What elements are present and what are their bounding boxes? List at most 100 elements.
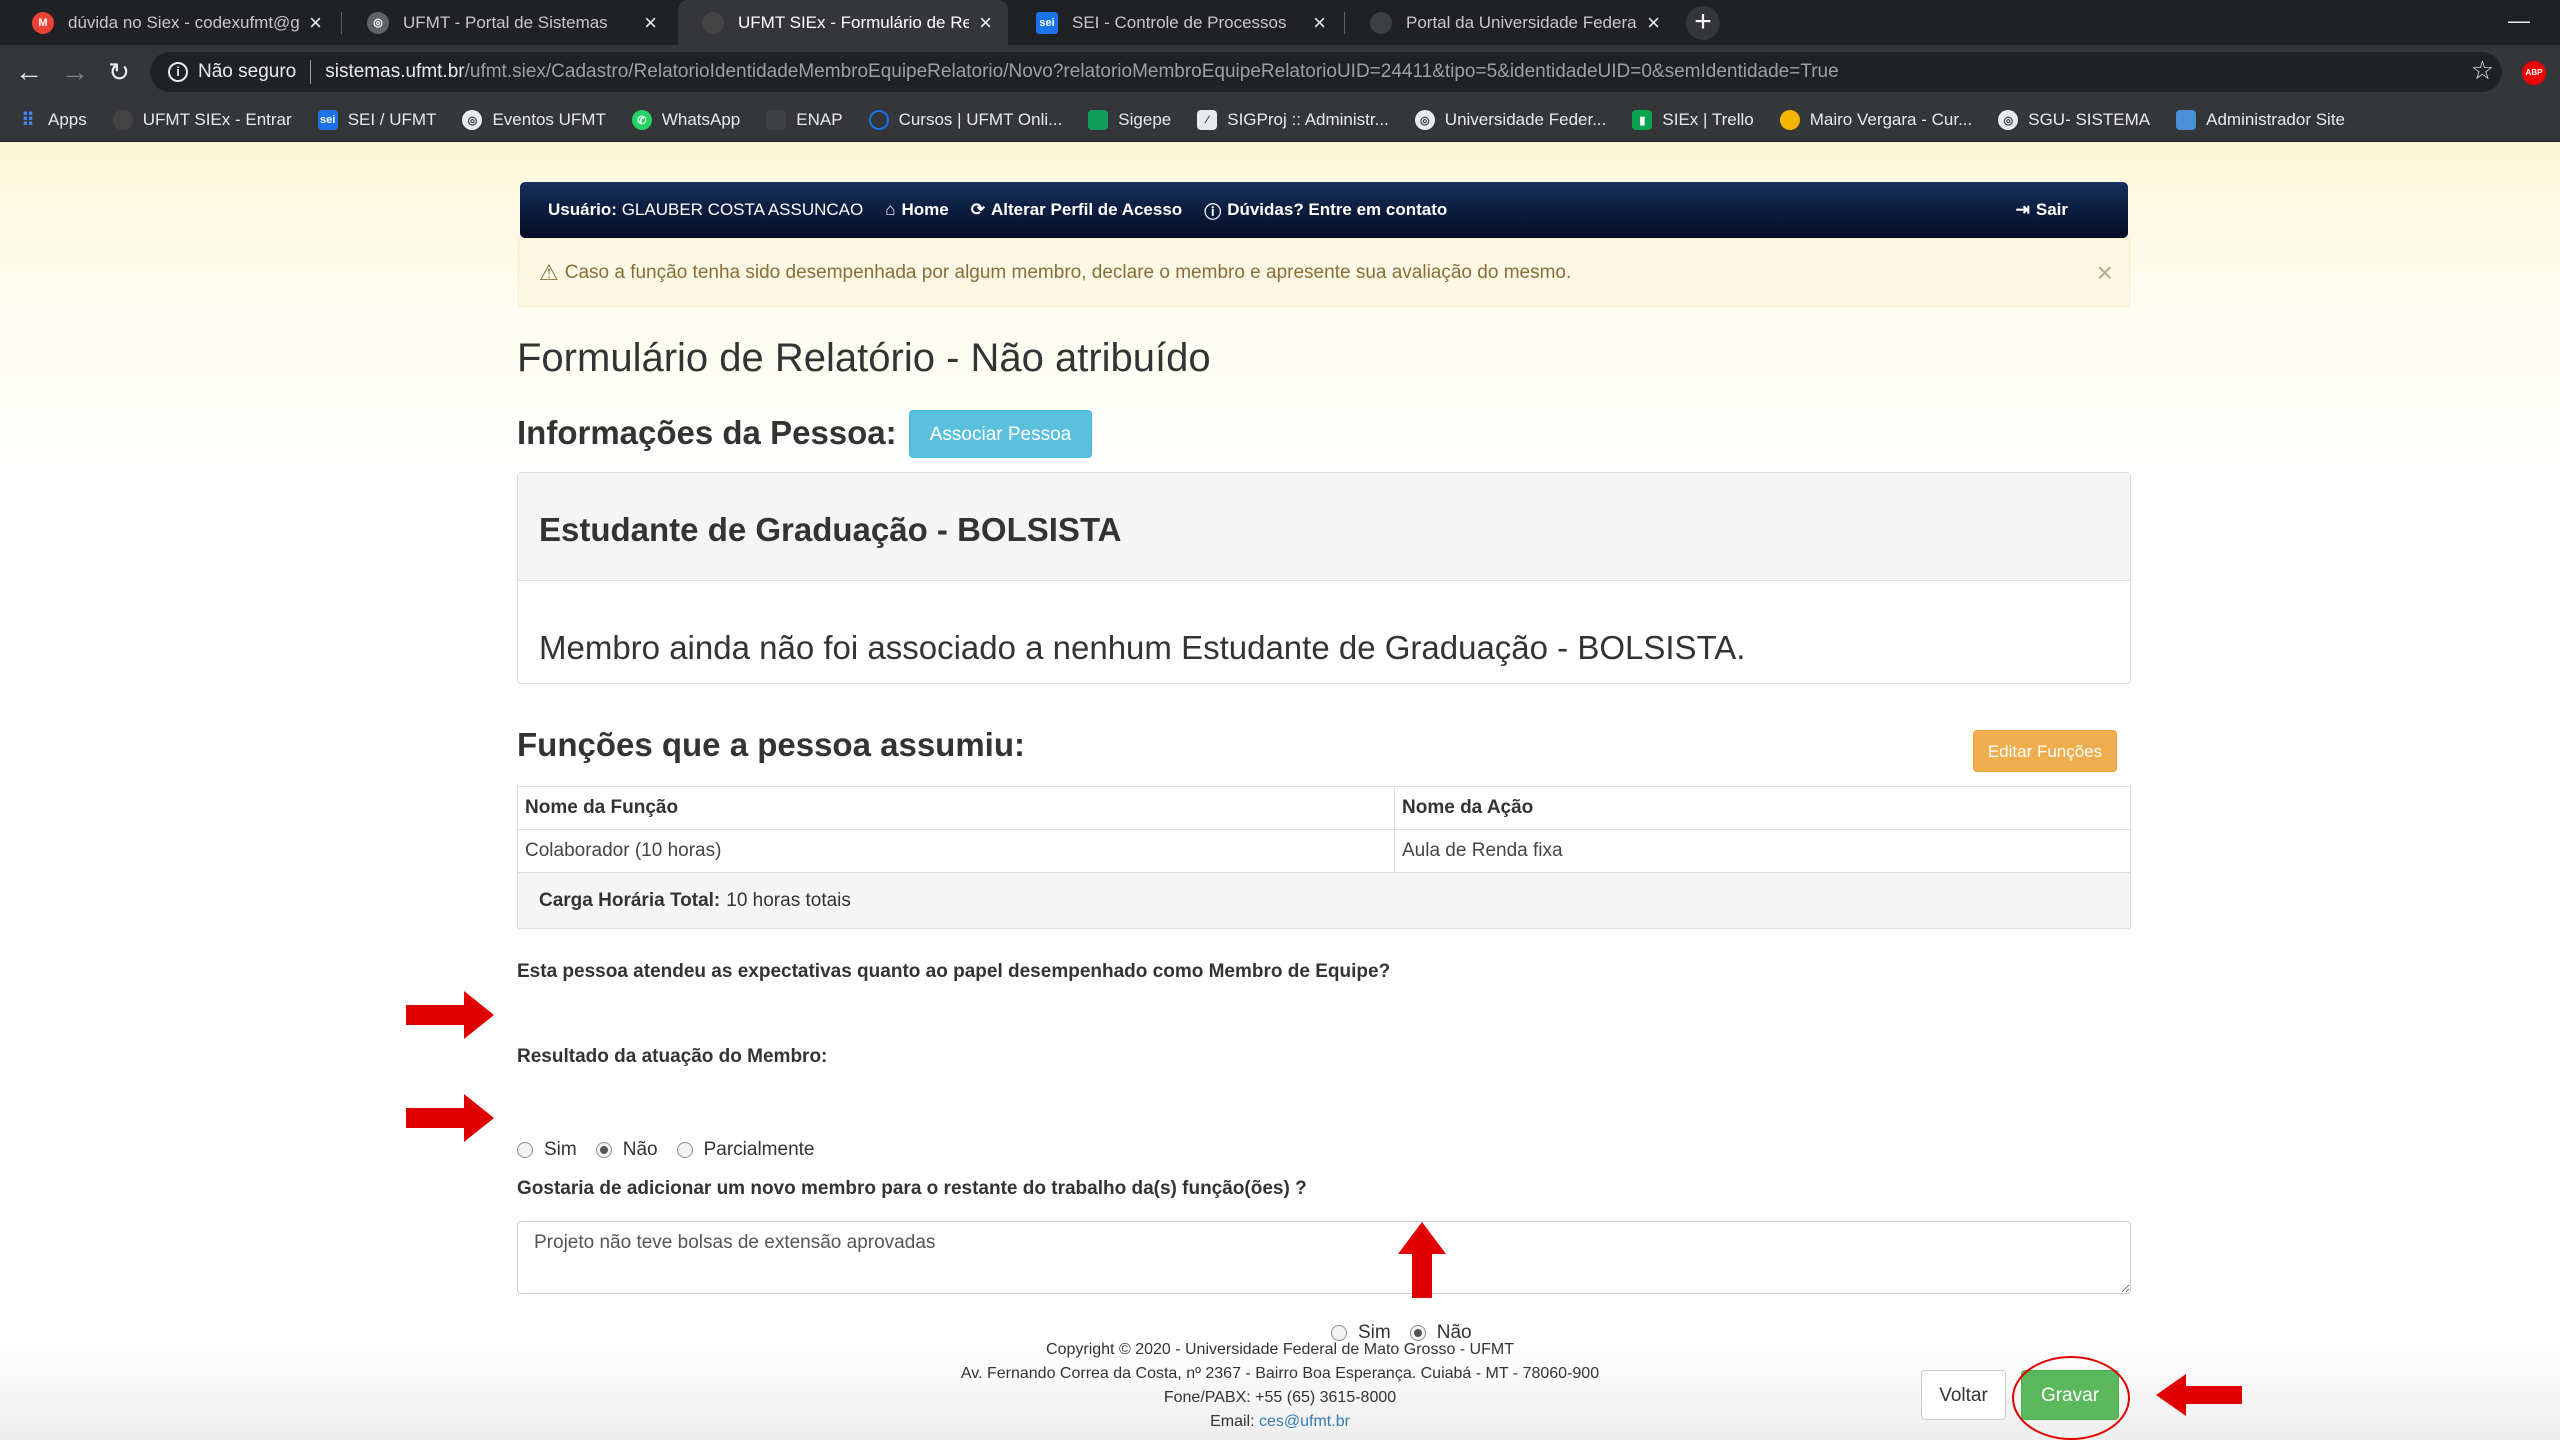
column-header: Nome da Função (517, 786, 1395, 830)
bookmark-sgu-sistema[interactable]: ◎ SGU- SISTEMA (1998, 110, 2150, 130)
enap-icon (766, 110, 787, 130)
bookmark-sei-ufmt[interactable]: sei SEI / UFMT (317, 110, 436, 130)
bookmark-label: SGU- SISTEMA (2028, 110, 2151, 129)
bookmark-label: SIGProj :: Administr... (1227, 110, 1389, 129)
whatsapp-icon: ✆ (631, 110, 652, 130)
tab-ufmt-portal[interactable]: ◎ UFMT - Portal de Sistemas × (343, 0, 673, 45)
radio-label: Sim (544, 1139, 577, 1160)
bookmark-enap[interactable]: ENAP (766, 110, 843, 130)
bookmark-whatsapp[interactable]: ✆ WhatsApp (631, 110, 741, 130)
bookmark-star-icon[interactable]: ☆ (2471, 55, 2494, 86)
edit-functions-button[interactable]: Editar Funções (1973, 730, 2117, 772)
close-icon[interactable]: × (644, 10, 657, 36)
radio-label: Parcialmente (703, 1139, 815, 1160)
minimize-icon[interactable]: — (2508, 8, 2530, 34)
bookmark-label: ENAP (796, 110, 843, 129)
globe-bookmark-icon: ◎ (1414, 110, 1435, 130)
url-host: sistemas.ufmt.br (325, 61, 465, 82)
sei-icon: sei (1036, 11, 1058, 34)
add-member-question: Gostaria de adicionar um novo membro par… (517, 1178, 1307, 1199)
associate-person-button[interactable]: Associar Pessoa (909, 410, 1092, 458)
home-label: Home (901, 200, 949, 219)
bookmark-siex-trello[interactable]: ▮ SIEx | Trello (1632, 110, 1754, 130)
table-cell: Colaborador (10 horas) (517, 829, 1395, 873)
tab-siex-form[interactable]: UFMT SIEx - Formulário de Relató × (678, 0, 1008, 45)
total-hours-row: Carga Horária Total: 10 horas totais (517, 873, 2131, 929)
close-icon[interactable]: × (1647, 10, 1660, 36)
globe-bookmark-icon: ◎ (462, 110, 483, 130)
reload-icon[interactable]: ↻ (102, 55, 136, 89)
logout-link[interactable]: ⇥ Sair (2016, 200, 2068, 220)
tab-title: UFMT - Portal de Sistemas (403, 12, 608, 32)
info-circle-icon: ⓘ (1204, 202, 1222, 222)
globe-bookmark-icon: ◎ (1998, 110, 2019, 130)
bookmark-apps[interactable]: ⠿ Apps (18, 109, 86, 130)
apps-grid-icon: ⠿ (21, 109, 35, 130)
globe-icon: ◎ (367, 11, 389, 34)
bookmark-sigproj[interactable]: ⁄ SIGProj :: Administr... (1197, 110, 1389, 130)
adblock-plus-icon[interactable]: ABP (2522, 61, 2546, 85)
change-profile-label: Alterar Perfil de Acesso (991, 200, 1183, 219)
info-icon[interactable]: i (168, 62, 188, 82)
refresh-icon: ⟳ (970, 200, 985, 219)
bookmarks-bar: ⠿ Apps UFMT SIEx - Entrar sei SEI / UFMT… (0, 99, 2560, 142)
bookmark-mairo-vergara[interactable]: Mairo Vergara - Cur... (1779, 110, 1973, 130)
change-profile-link[interactable]: ⟳ Alterar Perfil de Acesso (971, 200, 1182, 220)
sei-bookmark-icon: sei (317, 110, 338, 130)
forward-arrow-icon[interactable]: → (58, 55, 92, 89)
url-divider (310, 60, 312, 84)
radio-nao[interactable] (595, 1142, 612, 1158)
user-label: Usuário: (548, 200, 617, 219)
siex-icon (702, 11, 724, 34)
sigproj-icon: ⁄ (1197, 110, 1218, 130)
contact-link[interactable]: ⓘ Dúvidas? Entre em contato (1204, 198, 1447, 223)
tab-sei[interactable]: sei SEI - Controle de Processos × (1012, 0, 1342, 45)
course-icon (1779, 110, 1800, 130)
tab-gmail[interactable]: M dúvida no Siex - codexufmt@gm × (8, 0, 338, 45)
bookmark-label: WhatsApp (661, 110, 741, 129)
bookmark-label: Universidade Feder... (1444, 110, 1607, 129)
bookmark-label: Mairo Vergara - Cur... (1809, 110, 1973, 129)
tab-title: Portal da Universidade Federal de (1406, 12, 1638, 32)
warning-alert: ⚠ Caso a função tenha sido desempenhada … (518, 238, 2130, 307)
bookmark-siex-entrar[interactable]: UFMT SIEx - Entrar (112, 110, 292, 130)
back-arrow-icon[interactable]: ← (12, 55, 46, 89)
footer-phone: Fone/PABX: +55 (65) 3615-8000 (1163, 1389, 1397, 1406)
close-icon[interactable]: × (979, 10, 992, 36)
result-textarea[interactable]: Projeto não teve bolsas de extensão apro… (517, 1221, 2131, 1294)
bookmark-cursos-ufmt[interactable]: Cursos | UFMT Onli... (868, 110, 1062, 130)
footer-copyright: Copyright © 2020 - Universidade Federal … (1046, 1341, 1514, 1358)
footer-address: Av. Fernando Correa da Costa, nº 2367 - … (960, 1365, 1600, 1382)
bookmark-administrador-site[interactable]: Administrador Site (2176, 110, 2345, 130)
gmail-icon: M (32, 11, 54, 34)
alert-text: Caso a função tenha sido desempenhada po… (564, 261, 1572, 283)
table-header-row: Nome da Função Nome da Ação (517, 786, 2131, 830)
address-bar[interactable]: i Não seguro sistemas.ufmt.br /ufmt.siex… (150, 52, 2502, 92)
admin-site-icon (2176, 110, 2197, 130)
footer-email-label: Email: (1210, 1413, 1255, 1430)
close-icon[interactable]: × (1313, 10, 1326, 36)
logout-icon: ⇥ (2015, 200, 2030, 219)
expectations-radio-group: Sim Não Parcialmente (517, 1139, 833, 1161)
total-hours-value: 10 horas totais (726, 889, 851, 911)
close-icon[interactable]: × (309, 10, 322, 36)
url-path: /ufmt.siex/Cadastro/RelatorioIdentidadeM… (464, 61, 1839, 82)
warning-icon: ⚠ (539, 259, 559, 285)
new-tab-button[interactable]: + (1686, 6, 1720, 40)
radio-sim[interactable] (517, 1142, 533, 1158)
bookmark-sigepe[interactable]: Sigepe (1088, 110, 1171, 130)
close-icon[interactable]: × (2097, 257, 2113, 289)
browser-toolbar: ← → ↻ i Não seguro sistemas.ufmt.br /ufm… (0, 45, 2560, 99)
footer-email-link[interactable]: ces@ufmt.br (1259, 1413, 1350, 1430)
tab-ufmt-university[interactable]: Portal da Universidade Federal de × (1346, 0, 1676, 45)
tab-title: dúvida no Siex - codexufmt@gm (68, 12, 300, 32)
home-link[interactable]: ⌂ Home (885, 200, 949, 220)
bookmark-universidade-federal[interactable]: ◎ Universidade Feder... (1414, 110, 1607, 130)
table-row: Colaborador (10 horas) Aula de Renda fix… (517, 829, 2131, 873)
annotation-arrow-right (406, 991, 494, 1039)
functions-table: Nome da Função Nome da Ação Colaborador … (517, 786, 2131, 873)
user-navbar: Usuário: GLAUBER COSTA ASSUNCAO ⌂ Home ⟳… (520, 182, 2128, 238)
bookmark-eventos-ufmt[interactable]: ◎ Eventos UFMT (462, 110, 606, 130)
radio-parcialmente[interactable] (676, 1142, 693, 1158)
siex-bookmark-icon (112, 110, 133, 130)
